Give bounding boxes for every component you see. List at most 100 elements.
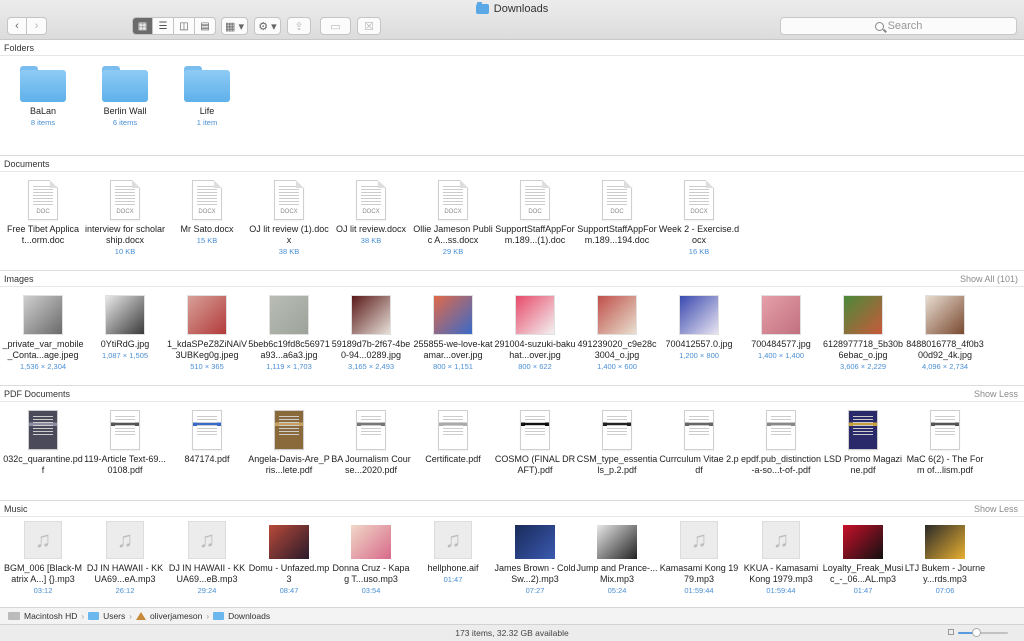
pdf-item[interactable]: Currculum Vitae 2.pdf bbox=[658, 410, 740, 476]
section-header: Documents bbox=[0, 156, 1024, 172]
pdf-item[interactable]: Angela-Davis-Are_Pris...lete.pdf bbox=[248, 410, 330, 476]
music-item[interactable]: LTJ Bukem - Journey...rds.mp3 07:06 bbox=[904, 521, 986, 595]
music-note-icon: ♫ bbox=[188, 521, 226, 559]
folder-icon bbox=[20, 66, 66, 102]
pdf-item[interactable]: 032c_quarantine.pdf bbox=[2, 410, 84, 476]
music-item[interactable]: ♫ KKUA - Kamasami Kong 1979.mp3 01:59:44 bbox=[740, 521, 822, 595]
music-item[interactable]: James Brown - Cold Sw...2).mp3 07:27 bbox=[494, 521, 576, 595]
pdf-item[interactable]: Certificate.pdf bbox=[412, 410, 494, 465]
image-thumbnail bbox=[925, 295, 965, 335]
document-item[interactable]: DOCX OJ lit review.docx 38 KB bbox=[330, 180, 412, 245]
path-item[interactable]: oliverjameson bbox=[150, 611, 202, 621]
pdf-item[interactable]: CSM_type_essentials_p.2.pdf bbox=[576, 410, 658, 476]
document-item[interactable]: DOCX Ollie Jameson Public A...ss.docx 29 K… bbox=[412, 180, 494, 256]
music-item[interactable]: Donna Cruz - Kapag T...uso.mp3 03:54 bbox=[330, 521, 412, 595]
music-item[interactable]: ♫ DJ IN HAWAII - KKUA69...eA.mp3 26:12 bbox=[84, 521, 166, 595]
image-item[interactable]: 491239020_c9e28c3004_o.jpg 1,400 × 600 bbox=[576, 295, 658, 371]
window-title-text: Downloads bbox=[493, 3, 549, 15]
image-name: 700484577.jpg bbox=[751, 339, 811, 349]
pdf-item[interactable]: 119-Article Text-69...0108.pdf bbox=[84, 410, 166, 476]
image-item[interactable]: 6128977718_5b30b6ebac_o.jpg 3,606 × 2,229 bbox=[822, 295, 904, 371]
list-view-button[interactable]: ☰ bbox=[153, 17, 174, 35]
image-name: 8488016778_4f0b300d92_4k.jpg bbox=[906, 339, 984, 360]
path-item[interactable]: Macintosh HD bbox=[24, 611, 77, 621]
search-field[interactable]: Search bbox=[780, 17, 1017, 35]
image-item[interactable]: 59189d7b-2f67-4be0-94...0289.jpg 3,165 × … bbox=[330, 295, 412, 371]
image-dimensions: 1,400 × 600 bbox=[597, 362, 637, 371]
image-name: 59189d7b-2f67-4be0-94...0289.jpg bbox=[331, 339, 411, 360]
arrange-button[interactable]: ▦ ▾ bbox=[221, 17, 248, 35]
document-item[interactable]: DOCX Week 2 - Exercise.docx 16 KB bbox=[658, 180, 740, 256]
share-button[interactable]: ⇪ bbox=[287, 17, 311, 35]
pdf-item[interactable]: LSD Promo Magazine.pdf bbox=[822, 410, 904, 476]
document-extension-label: DOCX bbox=[116, 209, 134, 215]
image-thumbnail bbox=[433, 295, 473, 335]
document-item[interactable]: DOCX Mr Sato.docx 15 KB bbox=[166, 180, 248, 245]
document-item[interactable]: DOC SupportStaffAppForm.189...(1).doc bbox=[494, 180, 576, 246]
pdf-thumbnail bbox=[684, 410, 714, 450]
icon-size-slider[interactable] bbox=[948, 628, 1008, 637]
music-item[interactable]: Loyalty_Freak_Music_-_06...AL.mp3 01:47 bbox=[822, 521, 904, 595]
image-dimensions: 1,200 × 800 bbox=[679, 351, 719, 360]
pdf-item[interactable]: MaC 6(2) - The Form of...lism.pdf bbox=[904, 410, 986, 476]
image-item[interactable]: _private_var_mobile_Conta...age.jpeg 1,53… bbox=[2, 295, 84, 371]
pdf-thumbnail bbox=[520, 410, 550, 450]
show-less-link[interactable]: Show Less bbox=[974, 504, 1018, 514]
path-item[interactable]: Downloads bbox=[228, 611, 270, 621]
music-duration: 03:12 bbox=[33, 586, 53, 595]
forward-button[interactable]: › bbox=[27, 17, 47, 35]
image-dimensions: 1,536 × 2,304 bbox=[19, 362, 67, 371]
image-item[interactable]: 8488016778_4f0b300d92_4k.jpg 4,096 × 2,73… bbox=[904, 295, 986, 371]
music-item[interactable]: ♫ DJ IN HAWAII - KKUA69...eB.mp3 29:24 bbox=[166, 521, 248, 595]
image-item[interactable]: 700484577.jpg 1,400 × 1,400 bbox=[740, 295, 822, 360]
image-item[interactable]: 1_kdaSPeZ8ZiNAiV3UBKeg0g.jpeg 510 × 365 bbox=[166, 295, 248, 371]
gallery-view-button[interactable]: ▤ bbox=[195, 17, 216, 35]
show-less-link[interactable]: Show Less bbox=[974, 389, 1018, 399]
pdf-name: 032c_quarantine.pdf bbox=[3, 454, 83, 475]
folder-item[interactable]: Life 1 item bbox=[166, 66, 248, 127]
folder-name: Berlin Wall bbox=[103, 106, 147, 116]
document-item[interactable]: DOC SupportStaffAppForm.189...194.doc bbox=[576, 180, 658, 246]
music-item[interactable]: Domu - Unfazed.mp3 08:47 bbox=[248, 521, 330, 595]
trash-button[interactable]: ☒ bbox=[357, 17, 381, 35]
pdf-item[interactable]: epdf.pub_distinction-a-so...t-of-.pdf bbox=[740, 410, 822, 476]
music-item[interactable]: ♫ hellphone.aif 01:47 bbox=[412, 521, 494, 584]
back-button[interactable]: ‹ bbox=[7, 17, 27, 35]
pdf-name: BA Journalism Course...2020.pdf bbox=[331, 454, 411, 475]
music-duration: 29:24 bbox=[197, 586, 217, 595]
music-note-icon: ♫ bbox=[106, 521, 144, 559]
pdf-item[interactable]: COSMO (FINAL DRAFT).pdf bbox=[494, 410, 576, 476]
music-item[interactable]: Jump and Prance-...Mix.mp3 05:24 bbox=[576, 521, 658, 595]
image-item[interactable]: 291004-suzuki-bakuhat...over.jpg 800 × 62… bbox=[494, 295, 576, 371]
folder-item[interactable]: BaLan 8 items bbox=[2, 66, 84, 127]
document-item[interactable]: DOCX interview for scholarship.docx 10 KB bbox=[84, 180, 166, 256]
column-view-button[interactable]: ◫ bbox=[174, 17, 195, 35]
path-item[interactable]: Users bbox=[103, 611, 125, 621]
toolbar: Downloads ‹ › ▦ ☰ ◫ ▤ ▦ ▾ ⚙ ▾ ⇪ ▭ ☒ Sear… bbox=[0, 0, 1024, 40]
pdf-item[interactable]: BA Journalism Course...2020.pdf bbox=[330, 410, 412, 476]
folder-item[interactable]: Berlin Wall 6 items bbox=[84, 66, 166, 127]
action-gear-button[interactable]: ⚙ ▾ bbox=[254, 17, 281, 35]
image-dimensions: 1,400 × 1,400 bbox=[757, 351, 805, 360]
image-item[interactable]: 255855-we-love-katamar...over.jpg 800 × 1… bbox=[412, 295, 494, 371]
document-name: interview for scholarship.docx bbox=[84, 224, 166, 245]
slider-knob[interactable] bbox=[971, 628, 981, 637]
pdf-item[interactable]: 847174.pdf bbox=[166, 410, 248, 465]
document-item[interactable]: DOC Free Tibet Applicat...orm.doc bbox=[2, 180, 84, 246]
image-item[interactable]: 700412557.0.jpg 1,200 × 800 bbox=[658, 295, 740, 360]
home-icon bbox=[135, 612, 146, 620]
document-item[interactable]: DOCX OJ lit review (1).docx 38 KB bbox=[248, 180, 330, 256]
icon-view-button[interactable]: ▦ bbox=[132, 17, 153, 35]
image-item[interactable]: 5beb6c19fd8c56971a93...a6a3.jpg 1,119 × 1… bbox=[248, 295, 330, 371]
document-size: 29 KB bbox=[442, 247, 464, 256]
show-all-link[interactable]: Show All (101) bbox=[960, 274, 1018, 284]
image-thumbnail bbox=[843, 295, 883, 335]
image-item[interactable]: 0YtiRdG.jpg 1,087 × 1,505 bbox=[84, 295, 166, 360]
music-item[interactable]: ♫ BGM_006 [Black-Matrix A...] {}.mp3 03:12 bbox=[2, 521, 84, 595]
tags-button[interactable]: ▭ bbox=[320, 17, 351, 35]
music-item[interactable]: ♫ Kamasami Kong 1979.mp3 01:59:44 bbox=[658, 521, 740, 595]
folder-name: Life bbox=[199, 106, 215, 116]
folder-icon bbox=[102, 66, 148, 102]
pdf-name: LSD Promo Magazine.pdf bbox=[823, 454, 903, 475]
section-header: Folders bbox=[0, 40, 1024, 56]
